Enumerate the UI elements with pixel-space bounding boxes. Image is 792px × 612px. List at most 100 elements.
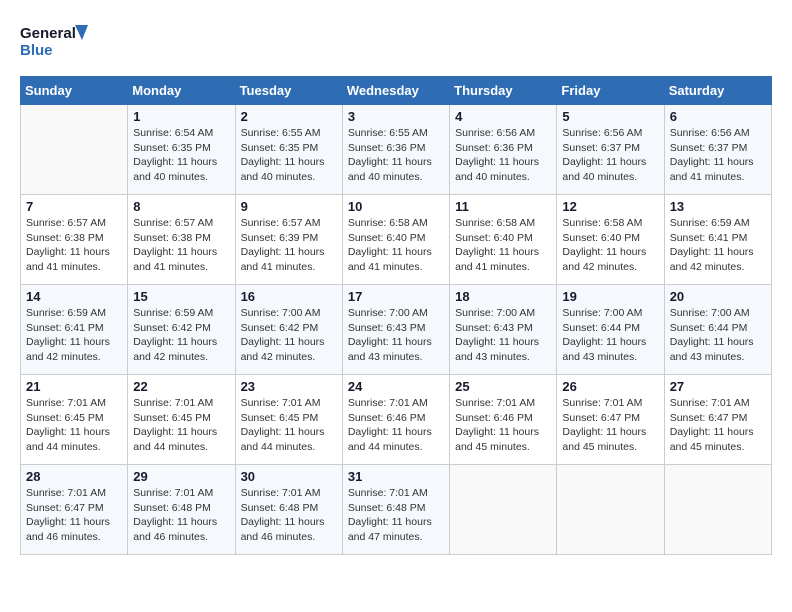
day-info: Sunrise: 6:58 AM Sunset: 6:40 PM Dayligh… xyxy=(562,216,658,275)
day-info: Sunrise: 6:59 AM Sunset: 6:41 PM Dayligh… xyxy=(670,216,766,275)
day-info: Sunrise: 7:00 AM Sunset: 6:44 PM Dayligh… xyxy=(562,306,658,365)
day-number: 6 xyxy=(670,109,766,124)
day-number: 1 xyxy=(133,109,229,124)
day-info: Sunrise: 7:00 AM Sunset: 6:43 PM Dayligh… xyxy=(348,306,444,365)
day-info: Sunrise: 7:01 AM Sunset: 6:48 PM Dayligh… xyxy=(241,486,337,545)
calendar-cell: 16Sunrise: 7:00 AM Sunset: 6:42 PM Dayli… xyxy=(235,285,342,375)
day-info: Sunrise: 6:55 AM Sunset: 6:35 PM Dayligh… xyxy=(241,126,337,185)
calendar-week-row: 7 Sunrise: 6:57 AM Sunset: 6:38 PM Daylig… xyxy=(21,195,772,285)
day-number: 28 xyxy=(26,469,122,484)
day-number: 26 xyxy=(562,379,658,394)
day-number: 19 xyxy=(562,289,658,304)
day-number: 3 xyxy=(348,109,444,124)
calendar-cell: 6 Sunrise: 6:56 AM Sunset: 6:37 PM Daylig… xyxy=(664,105,771,195)
calendar-cell: 30 Sunrise: 7:01 AM Sunset: 6:48 PM Dayli… xyxy=(235,465,342,555)
calendar-cell: 14Sunrise: 6:59 AM Sunset: 6:41 PM Dayli… xyxy=(21,285,128,375)
day-header: Wednesday xyxy=(342,77,449,105)
calendar-cell: 3 Sunrise: 6:55 AM Sunset: 6:36 PM Daylig… xyxy=(342,105,449,195)
day-info: Sunrise: 6:55 AM Sunset: 6:36 PM Dayligh… xyxy=(348,126,444,185)
calendar-week-row: 28 Sunrise: 7:01 AM Sunset: 6:47 PM Dayli… xyxy=(21,465,772,555)
logo-svg: GeneralBlue xyxy=(20,20,90,60)
day-number: 8 xyxy=(133,199,229,214)
calendar-cell: 27 Sunrise: 7:01 AM Sunset: 6:47 PM Dayli… xyxy=(664,375,771,465)
day-info: Sunrise: 6:57 AM Sunset: 6:38 PM Dayligh… xyxy=(26,216,122,275)
day-info: Sunrise: 7:01 AM Sunset: 6:45 PM Dayligh… xyxy=(241,396,337,455)
day-number: 13 xyxy=(670,199,766,214)
day-number: 11 xyxy=(455,199,551,214)
day-header: Monday xyxy=(128,77,235,105)
day-number: 12 xyxy=(562,199,658,214)
day-number: 9 xyxy=(241,199,337,214)
day-number: 27 xyxy=(670,379,766,394)
calendar-week-row: 14Sunrise: 6:59 AM Sunset: 6:41 PM Dayli… xyxy=(21,285,772,375)
day-header: Saturday xyxy=(664,77,771,105)
calendar-cell xyxy=(557,465,664,555)
calendar-cell xyxy=(450,465,557,555)
calendar-cell: 24Sunrise: 7:01 AM Sunset: 6:46 PM Dayli… xyxy=(342,375,449,465)
day-info: Sunrise: 6:58 AM Sunset: 6:40 PM Dayligh… xyxy=(348,216,444,275)
calendar-table: SundayMondayTuesdayWednesdayThursdayFrid… xyxy=(20,76,772,555)
day-number: 16 xyxy=(241,289,337,304)
day-info: Sunrise: 6:56 AM Sunset: 6:37 PM Dayligh… xyxy=(562,126,658,185)
calendar-week-row: 1 Sunrise: 6:54 AM Sunset: 6:35 PM Daylig… xyxy=(21,105,772,195)
day-number: 29 xyxy=(133,469,229,484)
day-info: Sunrise: 7:01 AM Sunset: 6:48 PM Dayligh… xyxy=(348,486,444,545)
calendar-cell: 25 Sunrise: 7:01 AM Sunset: 6:46 PM Dayli… xyxy=(450,375,557,465)
day-info: Sunrise: 6:56 AM Sunset: 6:36 PM Dayligh… xyxy=(455,126,551,185)
day-number: 25 xyxy=(455,379,551,394)
calendar-cell: 9 Sunrise: 6:57 AM Sunset: 6:39 PM Daylig… xyxy=(235,195,342,285)
day-info: Sunrise: 7:01 AM Sunset: 6:47 PM Dayligh… xyxy=(562,396,658,455)
day-number: 4 xyxy=(455,109,551,124)
day-info: Sunrise: 7:01 AM Sunset: 6:46 PM Dayligh… xyxy=(455,396,551,455)
day-number: 31 xyxy=(348,469,444,484)
day-header: Thursday xyxy=(450,77,557,105)
calendar-cell: 28 Sunrise: 7:01 AM Sunset: 6:47 PM Dayli… xyxy=(21,465,128,555)
day-info: Sunrise: 6:57 AM Sunset: 6:39 PM Dayligh… xyxy=(241,216,337,275)
day-info: Sunrise: 7:01 AM Sunset: 6:45 PM Dayligh… xyxy=(26,396,122,455)
day-info: Sunrise: 6:56 AM Sunset: 6:37 PM Dayligh… xyxy=(670,126,766,185)
day-number: 30 xyxy=(241,469,337,484)
calendar-cell: 12 Sunrise: 6:58 AM Sunset: 6:40 PM Dayli… xyxy=(557,195,664,285)
day-info: Sunrise: 7:01 AM Sunset: 6:47 PM Dayligh… xyxy=(670,396,766,455)
calendar-body: 1 Sunrise: 6:54 AM Sunset: 6:35 PM Daylig… xyxy=(21,105,772,555)
day-number: 2 xyxy=(241,109,337,124)
calendar-cell: 13 Sunrise: 6:59 AM Sunset: 6:41 PM Dayli… xyxy=(664,195,771,285)
day-info: Sunrise: 7:00 AM Sunset: 6:44 PM Dayligh… xyxy=(670,306,766,365)
day-header: Tuesday xyxy=(235,77,342,105)
day-info: Sunrise: 6:58 AM Sunset: 6:40 PM Dayligh… xyxy=(455,216,551,275)
calendar-cell: 8 Sunrise: 6:57 AM Sunset: 6:38 PM Daylig… xyxy=(128,195,235,285)
day-info: Sunrise: 6:59 AM Sunset: 6:41 PM Dayligh… xyxy=(26,306,122,365)
calendar-week-row: 21 Sunrise: 7:01 AM Sunset: 6:45 PM Dayli… xyxy=(21,375,772,465)
calendar-cell: 7 Sunrise: 6:57 AM Sunset: 6:38 PM Daylig… xyxy=(21,195,128,285)
calendar-cell: 10 Sunrise: 6:58 AM Sunset: 6:40 PM Dayli… xyxy=(342,195,449,285)
day-number: 17 xyxy=(348,289,444,304)
calendar-cell: 26 Sunrise: 7:01 AM Sunset: 6:47 PM Dayli… xyxy=(557,375,664,465)
day-info: Sunrise: 7:01 AM Sunset: 6:47 PM Dayligh… xyxy=(26,486,122,545)
calendar-cell: 2 Sunrise: 6:55 AM Sunset: 6:35 PM Daylig… xyxy=(235,105,342,195)
page-header: GeneralBlue xyxy=(20,20,772,60)
day-info: Sunrise: 7:01 AM Sunset: 6:46 PM Dayligh… xyxy=(348,396,444,455)
day-info: Sunrise: 6:59 AM Sunset: 6:42 PM Dayligh… xyxy=(133,306,229,365)
day-number: 7 xyxy=(26,199,122,214)
day-info: Sunrise: 6:57 AM Sunset: 6:38 PM Dayligh… xyxy=(133,216,229,275)
calendar-cell: 11 Sunrise: 6:58 AM Sunset: 6:40 PM Dayli… xyxy=(450,195,557,285)
calendar-cell: 4 Sunrise: 6:56 AM Sunset: 6:36 PM Daylig… xyxy=(450,105,557,195)
logo: GeneralBlue xyxy=(20,20,90,60)
calendar-cell: 17 Sunrise: 7:00 AM Sunset: 6:43 PM Dayli… xyxy=(342,285,449,375)
day-number: 10 xyxy=(348,199,444,214)
calendar-cell: 31 Sunrise: 7:01 AM Sunset: 6:48 PM Dayli… xyxy=(342,465,449,555)
calendar-cell: 21 Sunrise: 7:01 AM Sunset: 6:45 PM Dayli… xyxy=(21,375,128,465)
day-number: 18 xyxy=(455,289,551,304)
day-number: 20 xyxy=(670,289,766,304)
calendar-cell: 19 Sunrise: 7:00 AM Sunset: 6:44 PM Dayli… xyxy=(557,285,664,375)
day-number: 21 xyxy=(26,379,122,394)
day-info: Sunrise: 6:54 AM Sunset: 6:35 PM Dayligh… xyxy=(133,126,229,185)
day-info: Sunrise: 7:00 AM Sunset: 6:43 PM Dayligh… xyxy=(455,306,551,365)
svg-text:Blue: Blue xyxy=(20,42,53,59)
day-number: 5 xyxy=(562,109,658,124)
day-info: Sunrise: 7:01 AM Sunset: 6:45 PM Dayligh… xyxy=(133,396,229,455)
calendar-cell xyxy=(21,105,128,195)
calendar-cell: 29Sunrise: 7:01 AM Sunset: 6:48 PM Dayli… xyxy=(128,465,235,555)
calendar-cell: 22Sunrise: 7:01 AM Sunset: 6:45 PM Dayli… xyxy=(128,375,235,465)
day-header: Sunday xyxy=(21,77,128,105)
